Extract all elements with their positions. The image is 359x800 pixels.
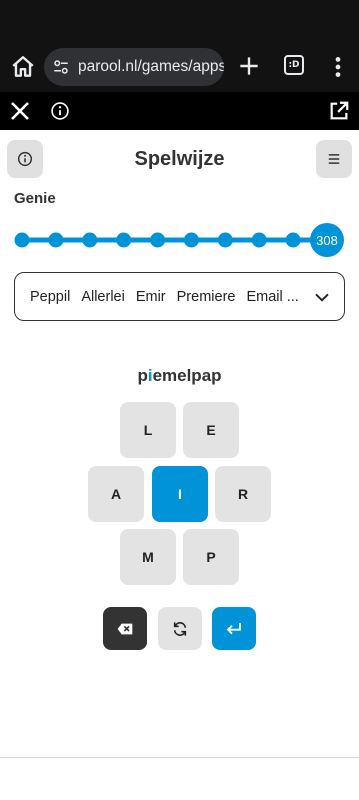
close-icon[interactable] — [8, 99, 32, 123]
address-bar[interactable]: parool.nl/games/apps/ — [44, 48, 224, 86]
score-value: 308 — [316, 233, 338, 248]
found-word: Email ... — [246, 288, 299, 305]
page-title: Spelwijze — [134, 148, 225, 170]
current-word-suffix: emelpap — [152, 366, 222, 385]
site-settings-icon[interactable] — [52, 58, 70, 76]
open-in-browser-icon[interactable] — [328, 100, 350, 122]
progress-dot — [48, 232, 64, 248]
game-header: Spelwijze — [0, 140, 359, 180]
progress-dot — [285, 232, 301, 248]
browser-toolbar: parool.nl/games/apps/ :D — [0, 44, 359, 92]
delete-button[interactable] — [103, 607, 147, 650]
chevron-down-icon[interactable] — [314, 289, 330, 305]
shuffle-icon — [173, 621, 187, 636]
backspace-icon — [117, 623, 133, 634]
found-word: Premiere — [176, 288, 236, 305]
progress-bar: 308 — [14, 223, 344, 257]
shuffle-button[interactable] — [158, 607, 202, 650]
letter-tile-left[interactable]: A — [88, 466, 144, 522]
status-bar — [0, 0, 359, 44]
progress-dot — [183, 232, 199, 248]
found-words-dropdown[interactable]: Peppil Allerlei Emir Premiere Email ... — [14, 272, 345, 321]
progress-dot — [251, 232, 267, 248]
new-tab-icon[interactable] — [236, 53, 262, 79]
tab-switcher-button[interactable]: :D — [284, 55, 304, 75]
found-word: Allerlei — [81, 288, 125, 305]
letter-tile-bottom-left[interactable]: M — [120, 529, 176, 585]
letter-tile-top-left[interactable]: L — [120, 402, 176, 458]
current-word-prefix: p — [137, 366, 148, 385]
progress-dot — [217, 232, 233, 248]
letter-tile-right[interactable]: R — [215, 466, 271, 522]
divider — [0, 757, 359, 758]
home-icon[interactable] — [10, 54, 36, 80]
enter-icon — [226, 622, 241, 634]
progress-dot — [82, 232, 98, 248]
progress-dot — [116, 232, 132, 248]
letter-tile-bottom-right[interactable]: P — [183, 529, 239, 585]
more-menu-icon[interactable] — [330, 54, 346, 80]
letter-tile-top-right[interactable]: E — [183, 402, 239, 458]
letter-tile-center[interactable]: I — [152, 466, 208, 522]
found-word: Emir — [135, 288, 166, 305]
menu-button[interactable] — [316, 140, 352, 178]
hamburger-icon — [328, 154, 340, 164]
custom-tab-bar — [0, 92, 359, 130]
rank-label: Genie — [14, 190, 56, 207]
url-text: parool.nl/games/apps/ — [78, 58, 224, 75]
enter-button[interactable] — [212, 607, 256, 650]
info-icon[interactable] — [50, 101, 70, 121]
progress-dot — [150, 232, 166, 248]
progress-dot — [14, 232, 30, 248]
found-word: Peppil — [30, 288, 71, 305]
current-word: piemelpap — [0, 366, 359, 386]
